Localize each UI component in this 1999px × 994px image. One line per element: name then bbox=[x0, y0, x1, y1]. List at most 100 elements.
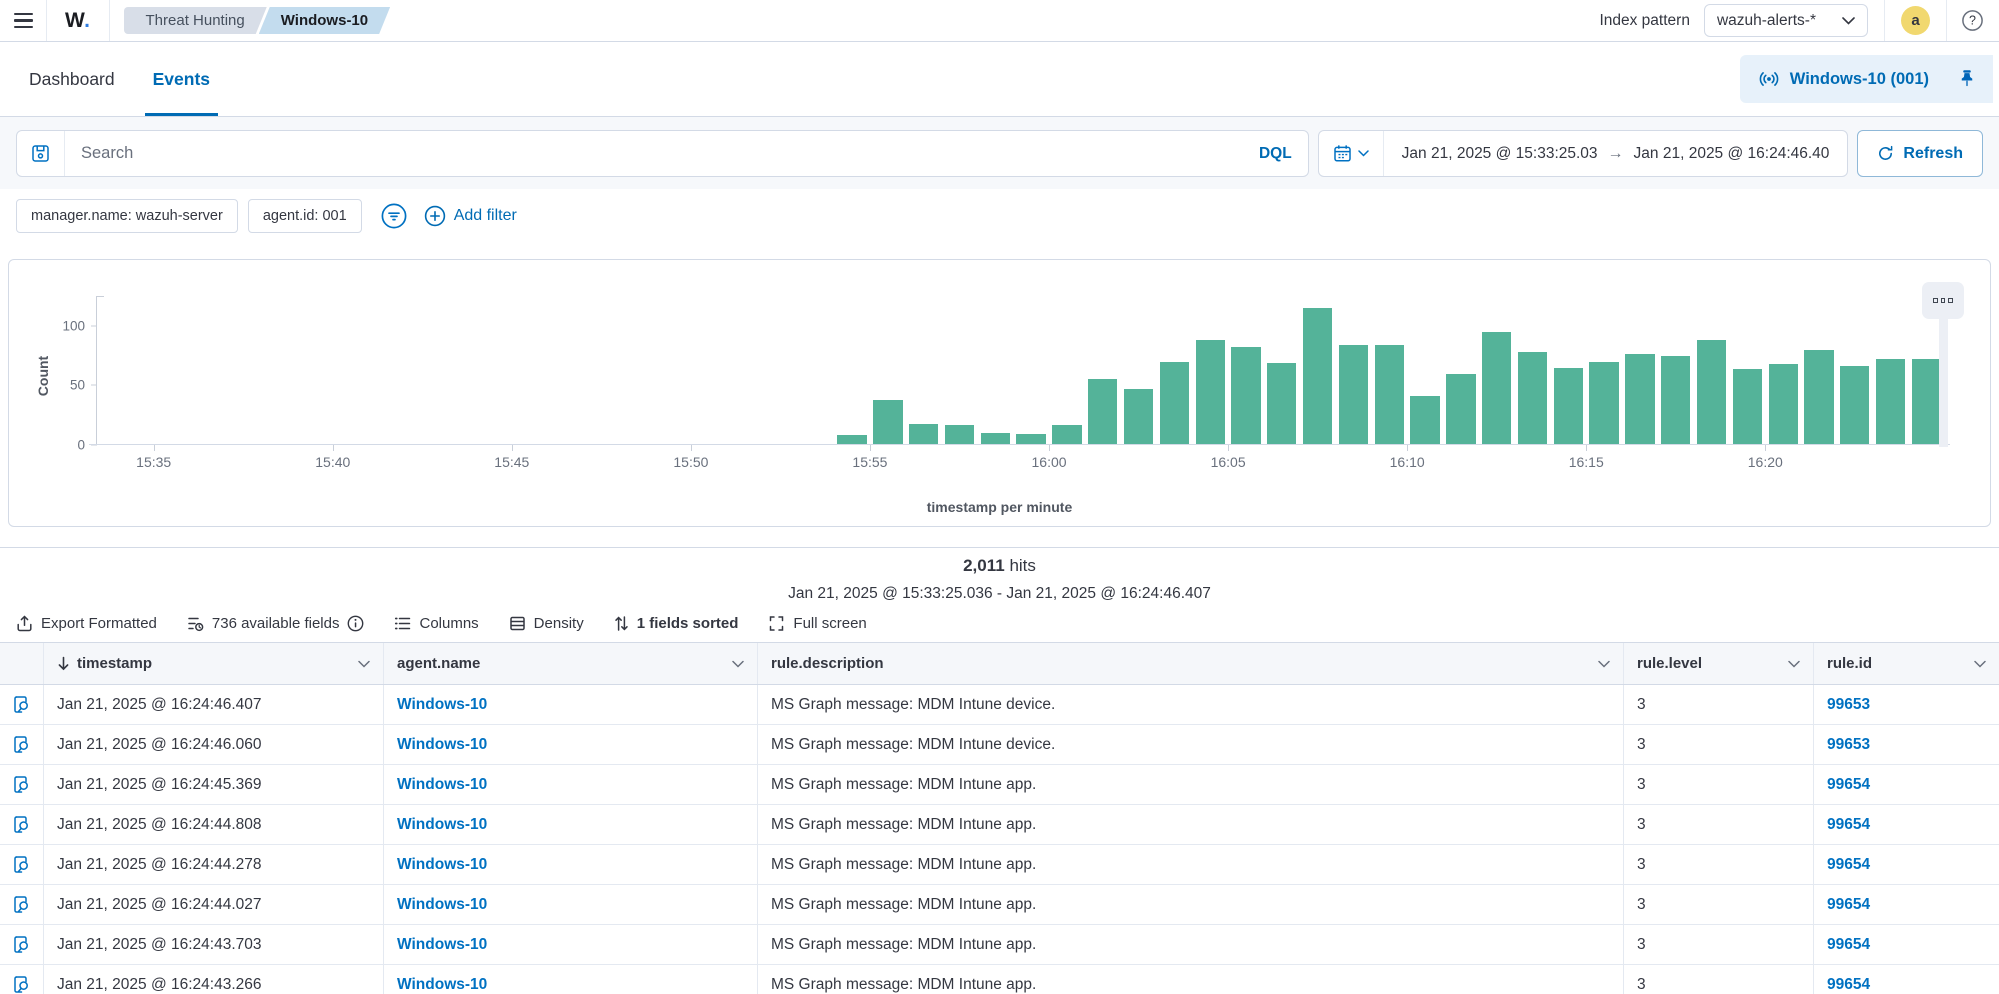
column-menu-chevron-icon[interactable] bbox=[1598, 660, 1610, 668]
histogram-bar[interactable] bbox=[1124, 389, 1153, 445]
index-pattern-select[interactable]: wazuh-alerts-* bbox=[1704, 4, 1868, 37]
histogram-bar[interactable] bbox=[1303, 308, 1332, 445]
histogram-bar[interactable] bbox=[1625, 354, 1654, 445]
header-timestamp[interactable]: timestamp bbox=[44, 643, 384, 684]
inspect-document-button[interactable] bbox=[12, 695, 31, 714]
chart-scroll-strip[interactable] bbox=[1939, 316, 1948, 447]
rule-id-link[interactable]: 99654 bbox=[1827, 776, 1870, 794]
index-pattern-value: wazuh-alerts-* bbox=[1717, 12, 1816, 30]
histogram-bar[interactable] bbox=[909, 424, 938, 445]
histogram-bar[interactable] bbox=[1267, 363, 1296, 445]
table-header-row: timestamp agent.name rule.description ru… bbox=[0, 643, 1999, 685]
agent-name-link[interactable]: Windows-10 bbox=[397, 976, 487, 994]
histogram-bar[interactable] bbox=[1912, 359, 1941, 445]
histogram-bar[interactable] bbox=[1196, 340, 1225, 445]
histogram-bar[interactable] bbox=[1554, 368, 1583, 445]
histogram-bar[interactable] bbox=[1339, 345, 1368, 445]
agent-name-link[interactable]: Windows-10 bbox=[397, 896, 487, 914]
available-fields-button[interactable]: 736 available fields bbox=[187, 615, 365, 632]
inspect-document-button[interactable] bbox=[12, 895, 31, 914]
inspect-document-button[interactable] bbox=[12, 735, 31, 754]
refresh-button[interactable]: Refresh bbox=[1857, 130, 1983, 177]
histogram-bar[interactable] bbox=[1840, 366, 1869, 445]
filter-options-button[interactable] bbox=[378, 200, 410, 232]
histogram-bar[interactable] bbox=[1804, 350, 1833, 445]
pin-icon[interactable] bbox=[1957, 69, 1977, 89]
columns-button[interactable]: Columns bbox=[394, 615, 478, 632]
agent-name-link[interactable]: Windows-10 bbox=[397, 936, 487, 954]
breadcrumb-item[interactable]: Threat Hunting bbox=[124, 7, 267, 34]
agent-name-link[interactable]: Windows-10 bbox=[397, 776, 487, 794]
header-agent-name[interactable]: agent.name bbox=[384, 643, 758, 684]
wazuh-logo[interactable]: W. bbox=[46, 0, 110, 41]
histogram-bar[interactable] bbox=[1052, 425, 1081, 445]
tab-events[interactable]: Events bbox=[145, 42, 218, 116]
histogram-bar[interactable] bbox=[1482, 332, 1511, 445]
date-to[interactable]: Jan 21, 2025 @ 16:24:46.40 bbox=[1634, 145, 1830, 163]
saved-query-button[interactable] bbox=[17, 131, 65, 176]
date-from[interactable]: Jan 21, 2025 @ 15:33:25.03 bbox=[1402, 145, 1598, 163]
histogram-bar[interactable] bbox=[1518, 352, 1547, 445]
agent-name-link[interactable]: Windows-10 bbox=[397, 696, 487, 714]
breadcrumb-item[interactable]: Windows-10 bbox=[259, 7, 390, 34]
rule-id-link[interactable]: 99654 bbox=[1827, 816, 1870, 834]
full-screen-button[interactable]: Full screen bbox=[768, 615, 866, 632]
inspect-document-button[interactable] bbox=[12, 935, 31, 954]
histogram-bar[interactable] bbox=[1589, 362, 1618, 445]
inspect-document-button[interactable] bbox=[12, 975, 31, 994]
histogram-bar[interactable] bbox=[1733, 369, 1762, 445]
rule-id-link[interactable]: 99654 bbox=[1827, 896, 1870, 914]
rule-id-link[interactable]: 99653 bbox=[1827, 736, 1870, 754]
date-range[interactable]: Jan 21, 2025 @ 15:33:25.03 → Jan 21, 202… bbox=[1384, 145, 1848, 163]
avatar[interactable]: a bbox=[1901, 6, 1930, 35]
column-menu-chevron-icon[interactable] bbox=[1788, 660, 1800, 668]
fields-sorted-button[interactable]: 1 fields sorted bbox=[614, 615, 739, 632]
agent-pinned-button[interactable]: Windows-10 (001) bbox=[1740, 55, 1993, 103]
filter-pill[interactable]: manager.name: wazuh-server bbox=[16, 199, 238, 233]
histogram-bar[interactable] bbox=[1375, 345, 1404, 445]
export-formatted-button[interactable]: Export Formatted bbox=[16, 615, 157, 632]
column-menu-chevron-icon[interactable] bbox=[358, 660, 370, 668]
header-rule-description[interactable]: rule.description bbox=[758, 643, 1624, 684]
query-language-button[interactable]: DQL bbox=[1243, 145, 1308, 163]
menu-hamburger-icon[interactable] bbox=[0, 0, 46, 41]
histogram-bar[interactable] bbox=[945, 425, 974, 445]
filter-pill[interactable]: agent.id: 001 bbox=[248, 199, 362, 233]
histogram-bar[interactable] bbox=[873, 400, 902, 445]
add-filter-button[interactable]: Add filter bbox=[424, 205, 517, 227]
column-menu-chevron-icon[interactable] bbox=[732, 660, 744, 668]
rule-id-link[interactable]: 99654 bbox=[1827, 856, 1870, 874]
histogram-bar[interactable] bbox=[1661, 356, 1690, 445]
rule-id-link[interactable]: 99653 bbox=[1827, 696, 1870, 714]
calendar-dropdown-button[interactable] bbox=[1319, 131, 1384, 176]
search-input[interactable] bbox=[65, 144, 1243, 163]
agent-name-link[interactable]: Windows-10 bbox=[397, 856, 487, 874]
help-icon[interactable]: ? bbox=[1961, 9, 1984, 32]
histogram-bar[interactable] bbox=[1410, 396, 1439, 445]
header-rule-id[interactable]: rule.id bbox=[1814, 643, 1999, 684]
inspect-document-button[interactable] bbox=[12, 775, 31, 794]
inspect-document-button[interactable] bbox=[12, 855, 31, 874]
inspect-document-button[interactable] bbox=[12, 815, 31, 834]
header-rule-level[interactable]: rule.level bbox=[1624, 643, 1814, 684]
x-tick-label: 16:00 bbox=[1031, 454, 1066, 470]
cell-rule-level: 3 bbox=[1624, 965, 1814, 994]
agent-name-link[interactable]: Windows-10 bbox=[397, 736, 487, 754]
histogram-bar[interactable] bbox=[1769, 364, 1798, 445]
histogram-bar[interactable] bbox=[1231, 347, 1260, 445]
density-button[interactable]: Density bbox=[509, 615, 584, 632]
histogram-bar[interactable] bbox=[1876, 359, 1905, 445]
info-icon[interactable] bbox=[347, 615, 364, 632]
rule-id-link[interactable]: 99654 bbox=[1827, 936, 1870, 954]
agent-name-link[interactable]: Windows-10 bbox=[397, 816, 487, 834]
cell-timestamp: Jan 21, 2025 @ 16:24:46.407 bbox=[44, 685, 384, 724]
histogram-bar[interactable] bbox=[1446, 374, 1475, 446]
histogram-bar[interactable] bbox=[1088, 379, 1117, 445]
histogram-bar[interactable] bbox=[1697, 340, 1726, 445]
rule-id-link[interactable]: 99654 bbox=[1827, 976, 1870, 994]
column-menu-chevron-icon[interactable] bbox=[1974, 660, 1986, 668]
tab-dashboard[interactable]: Dashboard bbox=[21, 42, 123, 116]
density-grid-icon bbox=[509, 615, 526, 632]
histogram-bar[interactable] bbox=[1160, 362, 1189, 445]
panel-options-button[interactable] bbox=[1922, 282, 1964, 319]
